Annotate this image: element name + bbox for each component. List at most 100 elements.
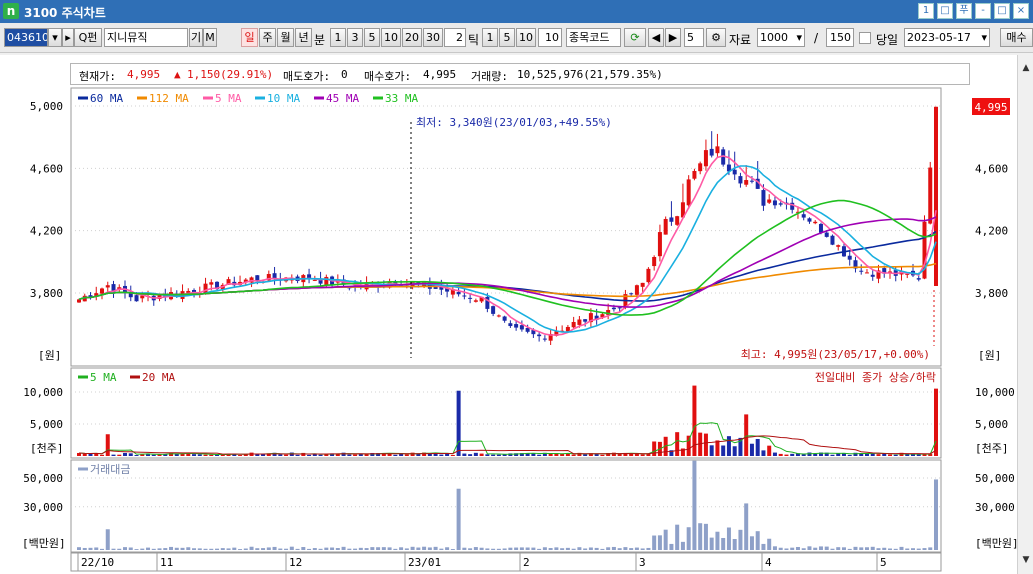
amount-bar: [571, 548, 576, 550]
volume-bar: [583, 454, 588, 456]
candle-body: [657, 232, 662, 257]
volume-bar: [905, 454, 910, 456]
ask-label: 매도호가:: [283, 70, 331, 83]
amount-bar: [847, 548, 852, 550]
volume-unit-label: [천주]: [975, 441, 1009, 455]
amount-bar: [134, 549, 139, 550]
amount-bar: [934, 479, 938, 550]
volume-bar: [151, 454, 156, 456]
legend-price-0: 60 MA: [90, 92, 123, 105]
amount-bar: [663, 529, 668, 550]
volume-bar: [100, 454, 105, 456]
candle-body: [209, 282, 214, 285]
amount-bar: [226, 548, 231, 550]
amount-bar: [197, 548, 202, 550]
amount-bar: [100, 548, 105, 550]
price-unit-label: [원]: [978, 349, 1001, 362]
candle-body: [456, 291, 461, 295]
volume-bar: [209, 454, 214, 456]
volume-bar: [600, 454, 605, 456]
candle-body: [646, 268, 651, 283]
amount-bar: [232, 547, 237, 550]
volume-bar: [318, 454, 323, 456]
amount-bar: [519, 547, 524, 550]
vertical-scrollbar[interactable]: ▲ ▼: [1017, 55, 1033, 574]
legend-amount-0: 거래대금: [90, 463, 130, 476]
amount-bar: [772, 546, 777, 550]
candle-body: [514, 324, 519, 328]
volume-bar: [790, 453, 795, 456]
volume-bar: [934, 388, 938, 456]
amount-bar: [278, 548, 283, 550]
amount-bar: [859, 547, 864, 550]
volume-bar: [876, 454, 881, 456]
amount-bar: [744, 503, 749, 550]
scroll-up-icon[interactable]: ▲: [1021, 63, 1031, 73]
amount-bar: [479, 547, 484, 550]
volume-bar: [761, 450, 766, 456]
candle-body: [502, 316, 507, 321]
scroll-down-icon[interactable]: ▼: [1021, 555, 1031, 565]
amount-bar: [767, 538, 772, 550]
amount-bar: [830, 548, 835, 550]
amount-bar: [215, 548, 220, 550]
amount-tick-label: 50,000: [975, 472, 1015, 485]
amount-bar: [376, 547, 381, 550]
amount-bar: [105, 529, 110, 550]
volume-bar: [778, 453, 783, 456]
volume-bar: [479, 453, 484, 456]
price-tick-label: 4,600: [30, 162, 63, 175]
amount-bar: [318, 548, 323, 550]
bid-label: 매수호가:: [364, 70, 412, 83]
amount-bar: [88, 547, 93, 550]
legend-price-5: 33 MA: [385, 92, 418, 105]
legend-price-3: 10 MA: [267, 92, 300, 105]
volume-bar: [473, 452, 478, 456]
amount-bar: [882, 547, 887, 550]
amount-bar: [324, 547, 329, 550]
amount-bar: [606, 547, 611, 550]
volume-bar: [560, 453, 565, 456]
volume-bar: [732, 446, 737, 456]
amount-bar: [692, 460, 697, 550]
amount-bar: [801, 548, 806, 550]
volume-bar: [629, 453, 634, 456]
price-tick-label: 3,800: [975, 287, 1008, 300]
candle-body: [767, 199, 772, 203]
candle-body: [652, 257, 657, 267]
amount-bar: [82, 547, 87, 550]
candle-body: [686, 179, 691, 206]
amount-tick-label: 30,000: [23, 501, 63, 514]
candle-body: [749, 180, 754, 182]
amount-bar: [795, 546, 800, 550]
volume-bar: [801, 454, 806, 456]
candle-body: [134, 295, 139, 302]
volume-bar: [882, 453, 887, 456]
candle-body: [571, 321, 576, 328]
amount-bar: [807, 546, 812, 550]
amount-bar: [864, 547, 869, 550]
candle-body: [772, 200, 777, 206]
amount-bar: [249, 546, 254, 550]
volume-tick-label: 10,000: [23, 386, 63, 399]
amount-bar: [698, 523, 703, 550]
volume-bar: [88, 453, 93, 456]
amount-bar: [836, 547, 841, 550]
candle-body: [255, 275, 260, 281]
candle-body: [468, 297, 473, 299]
amount-bar: [778, 547, 783, 550]
volume-bar: [203, 454, 208, 456]
volume-bar: [813, 453, 818, 456]
stock-chart[interactable]: 5,000 5,000 4,600 4,600 4,200 4,200 3,800 3,800…: [0, 0, 1017, 574]
volume-bar: [468, 454, 473, 456]
amount-bar: [709, 537, 714, 550]
candle-body: [577, 319, 582, 325]
amount-bar: [715, 531, 720, 550]
amount-bar: [721, 537, 726, 550]
amount-bar: [341, 546, 346, 550]
candle-body: [813, 221, 818, 224]
candle-body: [634, 285, 639, 295]
up-arrow-icon: ▲: [174, 68, 181, 81]
volume-value: 10,525,976(21,579.35%): [517, 68, 663, 81]
amount-bar: [335, 548, 340, 550]
